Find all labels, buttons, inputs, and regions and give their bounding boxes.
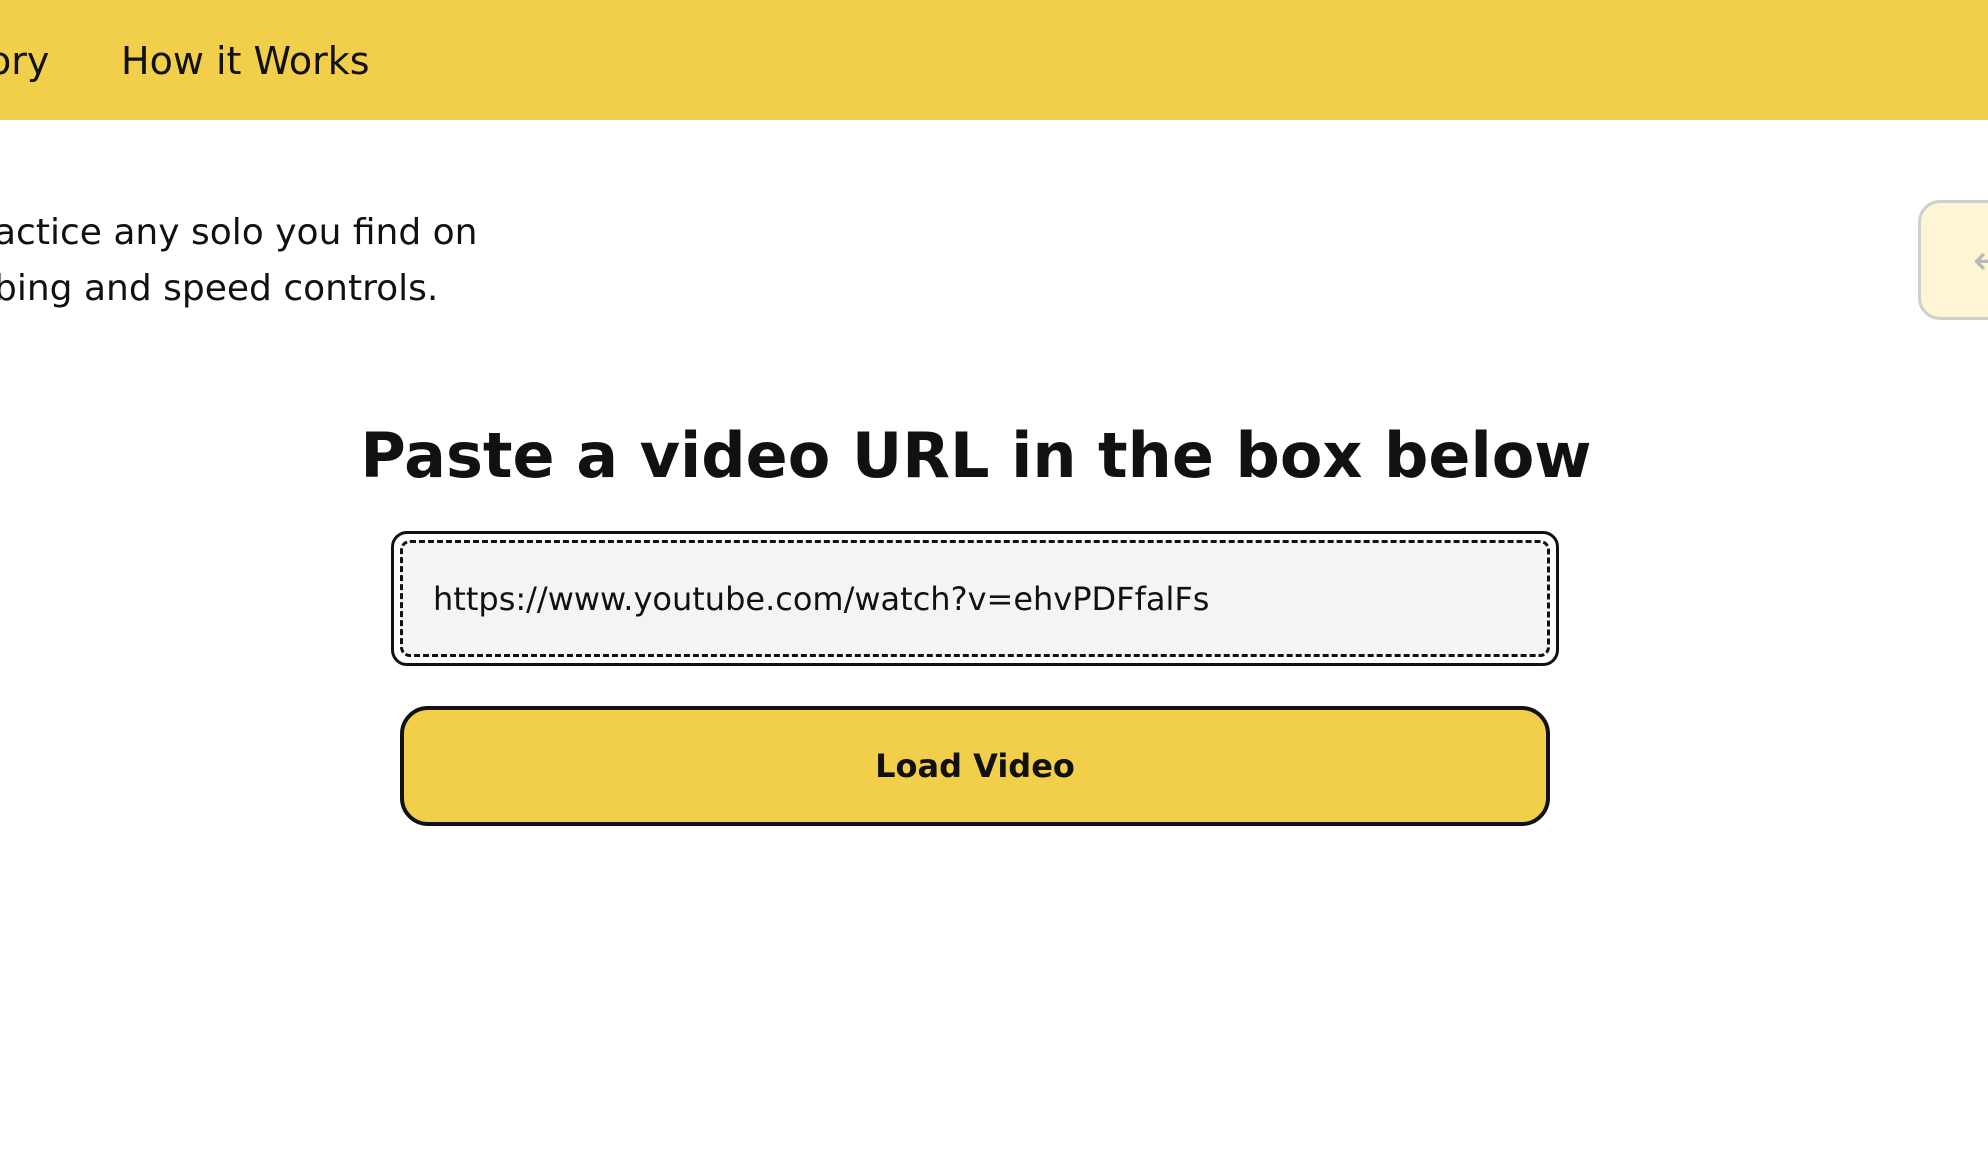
intro-line-1: actice any solo you find on	[0, 212, 478, 253]
url-input-box	[400, 540, 1550, 657]
intro-line-2: bing and speed controls.	[0, 268, 439, 309]
page: ory How it Works actice any solo you fin…	[0, 0, 1988, 1172]
page-headline: Paste a video URL in the box below	[360, 419, 1592, 492]
url-input-frame	[391, 531, 1559, 666]
load-video-button[interactable]: Load Video	[400, 706, 1550, 826]
arrow-left-icon: ←	[1973, 239, 1988, 283]
nav-item-story[interactable]: ory	[0, 36, 49, 86]
top-navigation-bar: ory How it Works	[0, 0, 1988, 120]
side-panel-tab[interactable]: ←	[1918, 200, 1988, 320]
nav-item-how-it-works[interactable]: How it Works	[121, 36, 370, 86]
video-url-input[interactable]	[433, 579, 1547, 618]
intro-text: actice any solo you find on bing and spe…	[0, 205, 477, 317]
